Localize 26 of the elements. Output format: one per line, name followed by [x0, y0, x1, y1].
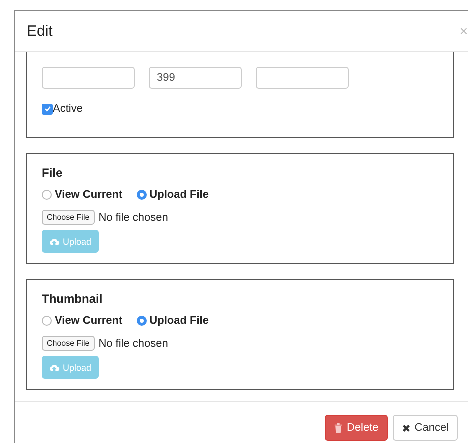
radio-label: Upload File: [150, 189, 209, 201]
checkbox-label: Active: [53, 103, 83, 115]
trash-icon: [334, 422, 343, 434]
radio-button[interactable]: [136, 190, 147, 200]
file-status: No file chosen: [98, 212, 168, 224]
radio-label: Upload File: [150, 315, 209, 327]
choose-file-button[interactable]: Choose File: [42, 336, 95, 351]
price-input[interactable]: [256, 67, 349, 89]
active-checkbox[interactable]: [42, 104, 53, 114]
cloud-upload-icon: [49, 238, 60, 246]
delete-button[interactable]: Delete: [325, 415, 388, 441]
choose-file-button[interactable]: Choose File: [42, 210, 95, 225]
file-status: No file chosen: [98, 338, 168, 350]
modal-title: Edit: [27, 22, 53, 40]
close-icon: [402, 424, 411, 432]
radio-button[interactable]: [136, 316, 147, 326]
price-input[interactable]: [42, 67, 135, 89]
radio-label: View Current: [55, 189, 123, 201]
radio-label: View Current: [55, 315, 123, 327]
cancel-button[interactable]: Cancel: [392, 415, 458, 441]
radio-button[interactable]: [42, 190, 52, 200]
price-input[interactable]: 399: [149, 67, 242, 89]
panel-title: Thumbnail: [42, 292, 104, 306]
panel-title: File: [42, 166, 64, 180]
cloud-upload-icon: [49, 364, 60, 372]
radio-button[interactable]: [42, 316, 52, 326]
